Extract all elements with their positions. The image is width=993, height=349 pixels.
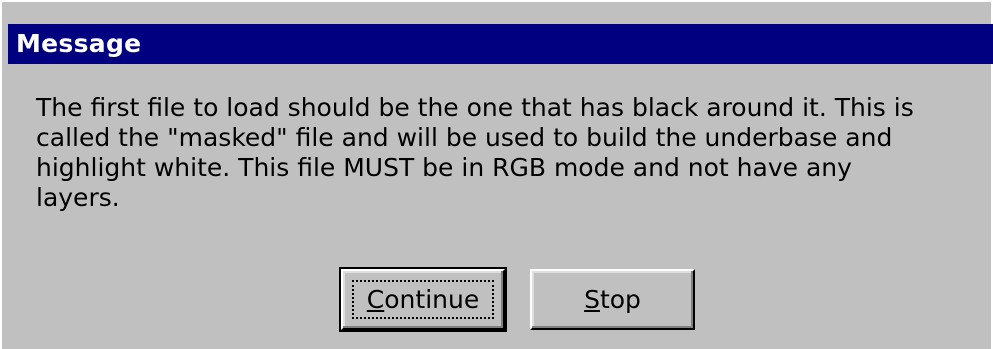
- stop-button[interactable]: Stop: [530, 269, 695, 330]
- stop-label-rest: top: [599, 285, 641, 314]
- message-line-4: layers.: [36, 183, 120, 212]
- stop-mnemonic: S: [584, 285, 600, 314]
- message-text: The first file to load should be the one…: [36, 93, 986, 213]
- title-bar[interactable]: Message: [8, 24, 993, 64]
- message-dialog: Message The first file to load should be…: [0, 0, 993, 349]
- continue-label-rest: ontinue: [384, 285, 480, 314]
- message-line-2: called the "masked" file and will be use…: [36, 123, 893, 152]
- continue-mnemonic: C: [366, 285, 385, 314]
- message-line-1: The first file to load should be the one…: [36, 93, 914, 122]
- message-line-3: highlight white. This file MUST be in RG…: [36, 153, 852, 182]
- continue-button[interactable]: Continue: [339, 267, 507, 332]
- continue-button-label: Continue: [367, 271, 479, 328]
- stop-button-label: Stop: [584, 271, 641, 328]
- dialog-title: Message: [16, 29, 142, 58]
